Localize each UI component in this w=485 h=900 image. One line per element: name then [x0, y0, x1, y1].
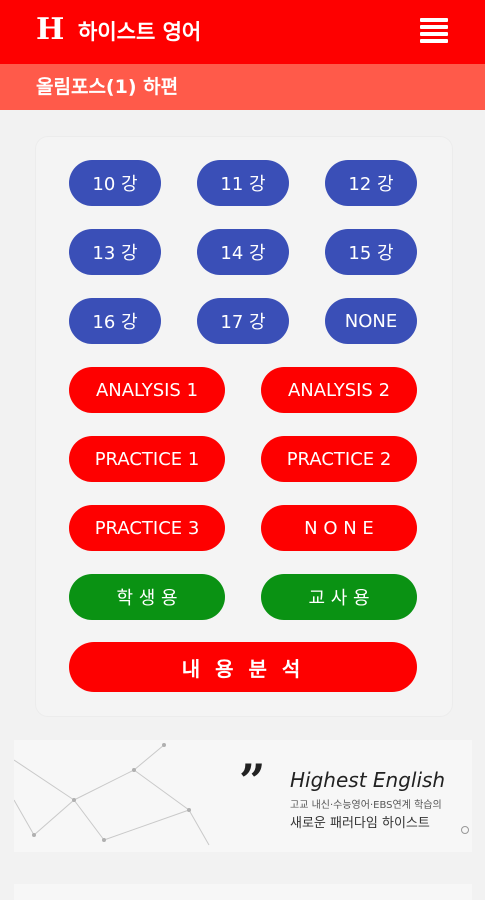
teacher-button[interactable]: 교 사 용 [261, 574, 417, 620]
lesson-button-17[interactable]: 17 강 [197, 298, 289, 344]
app-header: H 하이스트 영어 [0, 0, 485, 64]
app-title: 하이스트 영어 [78, 20, 202, 44]
practice-1-button[interactable]: PRACTICE 1 [69, 436, 225, 482]
practice-2-button[interactable]: PRACTICE 2 [261, 436, 417, 482]
app-logo: H [36, 12, 65, 47]
lesson-button-13[interactable]: 13 강 [69, 229, 161, 275]
banner-headline: Highest English [290, 768, 446, 792]
none-button[interactable]: N O N E [261, 505, 417, 551]
banner-footer-strip [14, 884, 472, 900]
lesson-button-16[interactable]: 16 강 [69, 298, 161, 344]
quote-mark-icon: ” [239, 754, 266, 808]
content-analysis-button[interactable]: 내 용 분 석 [69, 642, 417, 692]
lesson-button-14[interactable]: 14 강 [197, 229, 289, 275]
lesson-button-11[interactable]: 11 강 [197, 160, 289, 206]
lesson-button-12[interactable]: 12 강 [325, 160, 417, 206]
sub-header: 올림포스(1) 하편 [0, 64, 485, 110]
student-button[interactable]: 학 생 용 [69, 574, 225, 620]
banner-tagline: 고교 내신·수능영어·EBS연계 학습의 [290, 800, 442, 811]
lesson-button-none[interactable]: NONE [325, 298, 417, 344]
banner-slogan: 새로운 패러다임 하이스트 [290, 816, 430, 831]
indicator-dot-icon [461, 826, 469, 834]
analysis-2-button[interactable]: ANALYSIS 2 [261, 367, 417, 413]
lesson-panel: 10 강 11 강 12 강 13 강 14 강 15 강 16 강 17 강 … [36, 137, 452, 716]
lesson-button-10[interactable]: 10 강 [69, 160, 161, 206]
practice-3-button[interactable]: PRACTICE 3 [69, 505, 225, 551]
book-title: 올림포스(1) 하편 [36, 76, 179, 98]
lesson-button-15[interactable]: 15 강 [325, 229, 417, 275]
analysis-1-button[interactable]: ANALYSIS 1 [69, 367, 225, 413]
ad-banner[interactable]: ” Highest English 고교 내신·수능영어·EBS연계 학습의 새… [14, 740, 472, 852]
hamburger-menu-icon[interactable] [420, 18, 448, 44]
network-graphic [14, 743, 210, 846]
